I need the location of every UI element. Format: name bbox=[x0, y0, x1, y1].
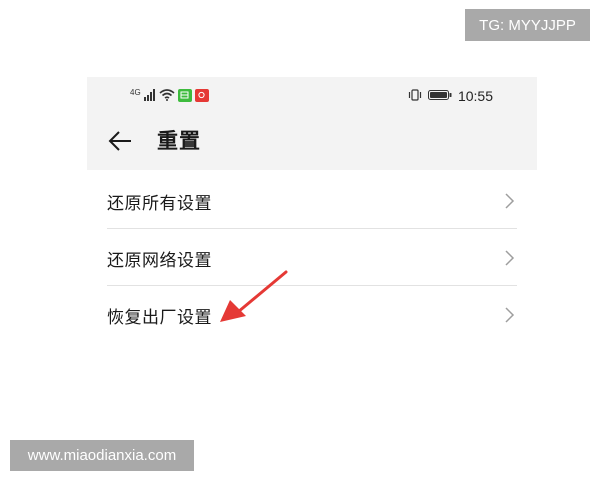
back-button[interactable] bbox=[107, 128, 133, 154]
status-bar-right: 10:55 bbox=[408, 86, 493, 105]
watermark-top: TG: MYYJJPP bbox=[465, 9, 590, 41]
status-bar: 4G 10:55 bbox=[87, 77, 537, 111]
battery-icon bbox=[427, 86, 452, 105]
settings-list: 还原所有设置 还原网络设置 恢复出厂设置 bbox=[87, 172, 537, 343]
notification-red-icon bbox=[194, 88, 209, 102]
wifi-icon bbox=[159, 86, 175, 105]
list-item-factory-reset[interactable]: 恢复出厂设置 bbox=[87, 286, 537, 343]
red-pointer-arrow-icon bbox=[220, 270, 288, 322]
list-item-label: 还原所有设置 bbox=[107, 194, 212, 214]
status-bar-left: 4G bbox=[130, 87, 209, 103]
chevron-right-icon bbox=[503, 192, 515, 210]
chevron-right-icon bbox=[503, 249, 515, 267]
chevron-right-icon bbox=[503, 306, 515, 324]
status-time: 10:55 bbox=[457, 87, 493, 104]
list-item-label: 恢复出厂设置 bbox=[107, 308, 212, 328]
network-type-label: 4G bbox=[130, 87, 141, 97]
arrow-left-icon bbox=[108, 131, 131, 151]
phone-header: 4G 10:55 重置 bbox=[87, 77, 537, 170]
list-item-reset-network-settings[interactable]: 还原网络设置 bbox=[87, 229, 537, 286]
notification-green-icon bbox=[177, 88, 192, 102]
watermark-bottom: www.miaodianxia.com bbox=[10, 440, 194, 471]
title-row: 重置 bbox=[87, 121, 537, 161]
vibrate-icon bbox=[408, 86, 422, 105]
list-item-label: 还原网络设置 bbox=[107, 251, 212, 271]
list-item-reset-all-settings[interactable]: 还原所有设置 bbox=[87, 172, 537, 229]
page-title: 重置 bbox=[157, 129, 201, 153]
signal-icon bbox=[143, 86, 156, 105]
